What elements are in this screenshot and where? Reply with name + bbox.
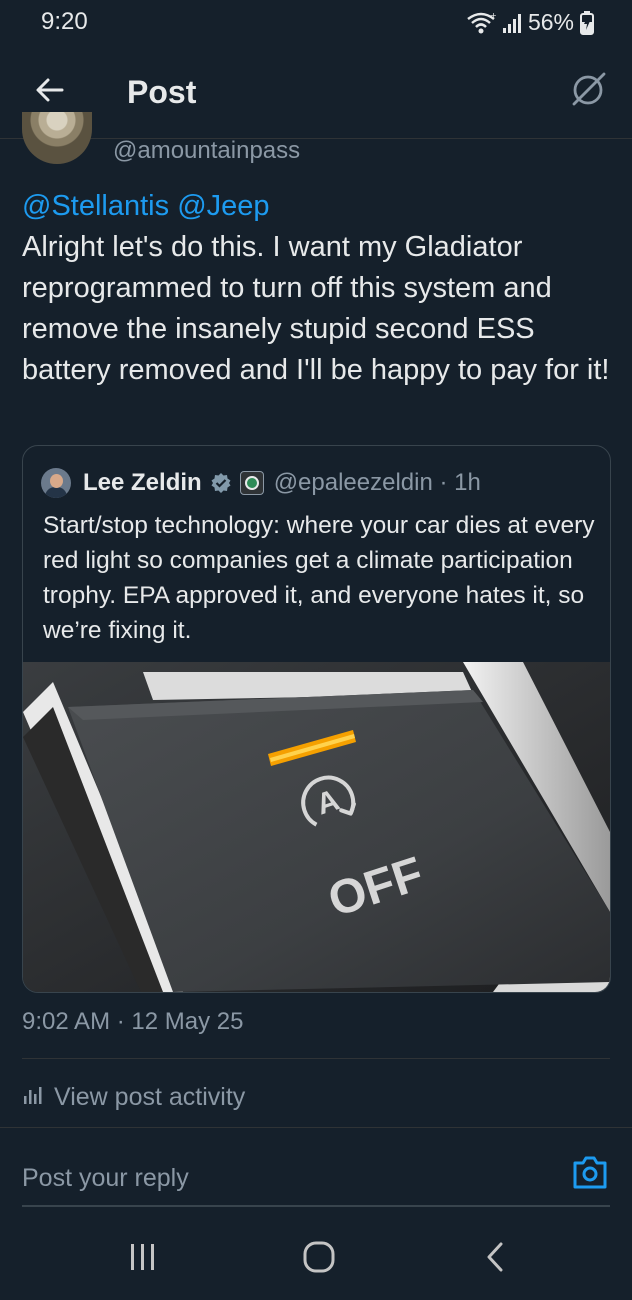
reply-underline	[22, 1205, 610, 1207]
divider	[0, 1127, 632, 1128]
grok-icon	[569, 71, 607, 114]
recent-apps-icon	[128, 1242, 158, 1277]
system-back-button[interactable]	[465, 1237, 525, 1281]
status-icons: + 56%	[466, 9, 594, 36]
quoted-post-header: Lee Zeldin @epaleezeldin · 1h	[41, 466, 481, 500]
quoted-handle-time: @epaleezeldin · 1h	[273, 469, 481, 496]
wifi-icon: +	[466, 11, 496, 35]
mention-stellantis[interactable]: @Stellantis	[22, 190, 169, 222]
chevron-left-icon	[483, 1241, 507, 1278]
back-button[interactable]	[30, 72, 70, 112]
quoted-post-image[interactable]: A OFF	[23, 662, 610, 992]
post-body: Alright let's do this. I want my Gladiat…	[22, 231, 610, 386]
home-icon	[302, 1240, 336, 1279]
system-navigation-bar	[0, 1215, 632, 1300]
government-badge-icon	[239, 471, 264, 495]
quoted-post[interactable]: Lee Zeldin @epaleezeldin · 1h Start/stop…	[22, 445, 611, 993]
header: Post	[0, 52, 632, 139]
author-avatar[interactable]	[22, 112, 92, 164]
battery-icon	[580, 10, 594, 35]
camera-icon	[571, 1156, 609, 1195]
camera-button[interactable]	[571, 1155, 609, 1191]
quoted-avatar	[41, 468, 71, 498]
view-post-activity-button[interactable]: View post activity	[22, 1083, 245, 1112]
status-bar: 9:20 + 56%	[0, 0, 632, 46]
verified-badge-icon	[210, 472, 232, 494]
svg-text:+: +	[490, 11, 496, 20]
divider	[22, 1058, 610, 1059]
signal-icon	[502, 12, 522, 34]
quoted-author-name: Lee Zeldin	[83, 469, 202, 496]
post-text: @Stellantis @Jeep Alright let's do this.…	[22, 186, 618, 391]
mention-jeep[interactable]: @Jeep	[177, 190, 269, 222]
mentions-line: @Stellantis @Jeep	[22, 186, 618, 227]
back-arrow-icon	[34, 74, 66, 111]
view-post-activity-label: View post activity	[54, 1083, 246, 1111]
grok-button[interactable]	[568, 72, 608, 112]
status-time: 9:20	[41, 8, 88, 35]
recent-apps-button[interactable]	[113, 1237, 173, 1281]
quoted-post-text: Start/stop technology: where your car di…	[43, 512, 595, 644]
page-title: Post	[127, 74, 197, 110]
post-timestamp: 9:02 AM · 12 May 25	[22, 1008, 244, 1035]
analytics-icon	[22, 1084, 44, 1111]
author-handle[interactable]: @amountainpass	[113, 137, 300, 165]
home-button[interactable]	[289, 1237, 349, 1281]
battery-percentage: 56%	[527, 9, 574, 35]
reply-input[interactable]	[22, 1158, 542, 1198]
